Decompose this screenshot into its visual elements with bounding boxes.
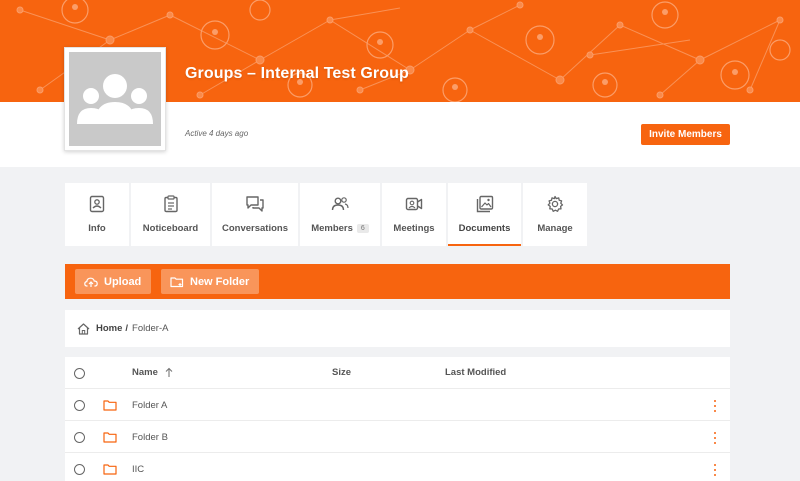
id-card-icon xyxy=(89,195,105,213)
group-tabs: Info Noticeboard Conversations Members 6… xyxy=(65,183,589,246)
tab-label-text: Members xyxy=(311,223,353,234)
tab-documents[interactable]: Documents xyxy=(448,183,521,246)
row-more-icon[interactable] xyxy=(713,464,717,476)
sort-ascending-icon xyxy=(165,367,173,377)
tab-meetings[interactable]: Meetings xyxy=(382,183,446,246)
tab-members[interactable]: Members 6 xyxy=(300,183,380,246)
documents-table: Name Size Last Modified Folder A Folder … xyxy=(65,357,730,481)
size-column-header[interactable]: Size xyxy=(332,367,351,378)
folder-plus-icon xyxy=(170,276,184,287)
table-header: Name Size Last Modified xyxy=(65,357,730,389)
file-name[interactable]: IIC xyxy=(132,464,144,475)
tab-label: Manage xyxy=(537,223,573,234)
tab-label: Conversations xyxy=(222,223,288,234)
row-select-radio[interactable] xyxy=(74,432,85,443)
breadcrumb-current: Folder-A xyxy=(132,323,169,334)
tab-info[interactable]: Info xyxy=(65,183,129,246)
upload-label: Upload xyxy=(104,275,142,288)
file-name[interactable]: Folder A xyxy=(132,400,167,411)
name-column-label: Name xyxy=(132,367,158,378)
members-count-badge: 6 xyxy=(356,224,369,233)
group-title: Groups – Internal Test Group xyxy=(185,65,409,82)
select-all-radio[interactable] xyxy=(74,368,85,379)
new-folder-label: New Folder xyxy=(190,275,250,288)
gear-icon xyxy=(546,195,564,213)
video-camera-icon xyxy=(405,195,423,213)
documents-action-bar: Upload New Folder xyxy=(65,264,730,299)
home-icon xyxy=(77,322,90,335)
tab-label: Members 6 xyxy=(311,223,369,234)
upload-button[interactable]: Upload xyxy=(75,269,151,294)
chat-bubbles-icon xyxy=(245,195,265,213)
tab-label: Documents xyxy=(458,223,511,234)
tab-conversations[interactable]: Conversations xyxy=(212,183,298,246)
file-name[interactable]: Folder B xyxy=(132,432,168,443)
new-folder-button[interactable]: New Folder xyxy=(161,269,259,294)
breadcrumb: Home / Folder-A xyxy=(65,310,730,347)
tab-label: Info xyxy=(88,223,106,234)
name-column-header[interactable]: Name xyxy=(132,367,174,378)
folder-icon xyxy=(103,432,117,443)
group-avatar xyxy=(64,47,166,151)
table-row[interactable]: Folder A xyxy=(65,389,730,421)
table-row[interactable]: IIC xyxy=(65,453,730,481)
row-more-icon[interactable] xyxy=(713,400,717,412)
row-select-radio[interactable] xyxy=(74,464,85,475)
table-row[interactable]: Folder B xyxy=(65,421,730,453)
row-select-radio[interactable] xyxy=(74,400,85,411)
row-more-icon[interactable] xyxy=(713,432,717,444)
breadcrumb-home-link[interactable]: Home xyxy=(96,323,122,334)
tab-label: Meetings xyxy=(393,223,435,234)
tab-noticeboard[interactable]: Noticeboard xyxy=(131,183,210,246)
folder-icon xyxy=(103,464,117,475)
group-placeholder-icon xyxy=(77,74,153,124)
users-icon xyxy=(331,195,349,213)
breadcrumb-separator: / xyxy=(125,323,129,334)
cloud-upload-icon xyxy=(84,277,98,287)
invite-members-button[interactable]: Invite Members xyxy=(641,124,730,145)
image-stack-icon xyxy=(476,195,494,213)
tab-label: Noticeboard xyxy=(142,223,199,234)
tab-manage[interactable]: Manage xyxy=(523,183,587,246)
last-active-text: Active 4 days ago xyxy=(185,129,249,138)
modified-column-header[interactable]: Last Modified xyxy=(445,367,506,378)
folder-icon xyxy=(103,400,117,411)
clipboard-icon xyxy=(163,195,179,213)
